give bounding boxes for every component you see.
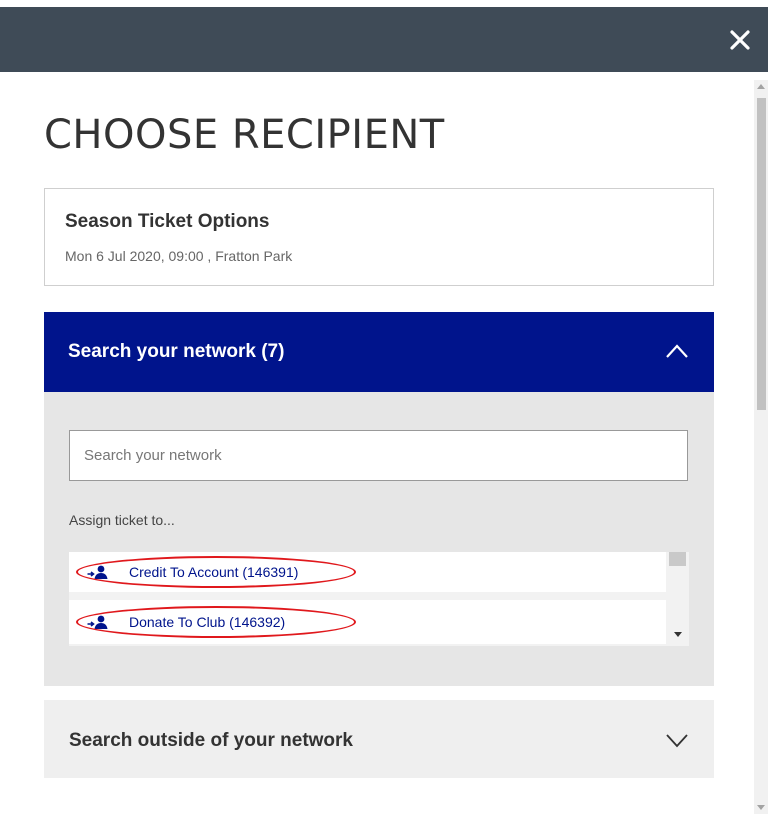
chevron-down-icon [666, 734, 688, 748]
close-icon [730, 30, 750, 50]
search-network-toggle[interactable]: Search your network (7) [44, 312, 714, 392]
chevron-up-icon [666, 344, 688, 358]
person-arrow-icon [87, 615, 108, 629]
close-button[interactable] [726, 26, 754, 54]
search-network-panel: Assign ticket to... Credit To Account (1… [44, 392, 714, 686]
search-network-header: Search your network (7) [68, 341, 285, 362]
list-scrollbar-thumb[interactable] [669, 552, 686, 566]
assign-ticket-label: Assign ticket to... [69, 512, 175, 528]
search-outside-toggle[interactable]: Search outside of your network [44, 700, 714, 778]
page-title: CHOOSE RECIPIENT [44, 112, 445, 158]
modal-top-bar [0, 0, 768, 72]
event-details: Mon 6 Jul 2020, 09:00 , Fratton Park [65, 248, 293, 264]
recipient-item-label: Donate To Club (146392) [129, 614, 286, 630]
top-edge [0, 0, 768, 7]
page-scrollbar-thumb[interactable] [757, 98, 766, 410]
person-arrow-icon [87, 565, 108, 579]
page-scroll-down-arrow[interactable] [757, 805, 765, 810]
search-outside-header: Search outside of your network [69, 730, 353, 751]
event-card: Season Ticket Options Mon 6 Jul 2020, 09… [44, 188, 714, 286]
recipient-item-label: Credit To Account (146391) [129, 564, 299, 580]
list-scroll-down-arrow[interactable] [674, 632, 682, 637]
recipient-list: Credit To Account (146391) Donate To Clu… [69, 552, 689, 646]
event-name: Season Ticket Options [65, 211, 270, 232]
page-scroll-up-arrow[interactable] [757, 84, 765, 89]
recipient-item-donate-to-club[interactable]: Donate To Club (146392) [69, 600, 666, 644]
recipient-item-credit-to-account[interactable]: Credit To Account (146391) [69, 552, 666, 592]
search-network-input[interactable] [69, 430, 688, 481]
list-scrollbar[interactable] [666, 552, 689, 646]
page-scrollbar[interactable] [754, 80, 768, 814]
